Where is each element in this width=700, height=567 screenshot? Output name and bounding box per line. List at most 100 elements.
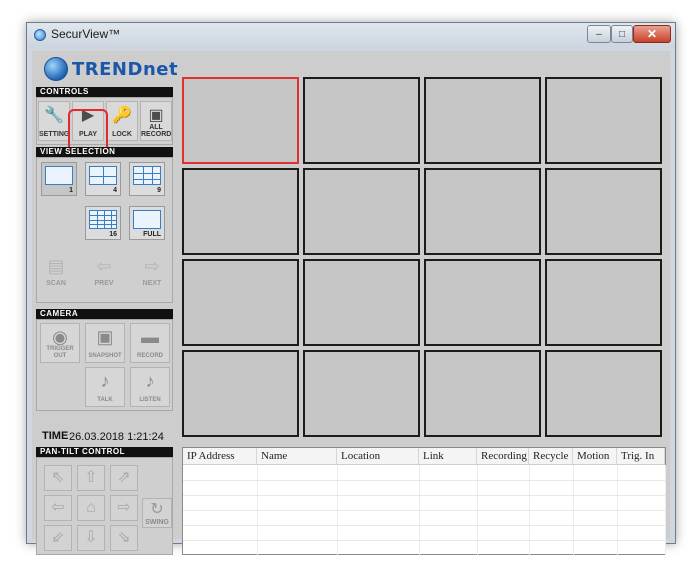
- video-cell[interactable]: [424, 168, 541, 255]
- prev-button[interactable]: ⇦ PREV: [89, 254, 119, 288]
- record-button[interactable]: ▬ RECORD: [130, 323, 170, 363]
- column-header[interactable]: Recycle: [529, 448, 573, 465]
- video-cell[interactable]: [545, 350, 662, 437]
- trigger-out-button[interactable]: ◉ TRIGGER OUT: [40, 323, 80, 363]
- view-9-label: 9: [157, 187, 161, 194]
- video-cell[interactable]: [182, 168, 299, 255]
- view-selection-header: VIEW SELECTION: [36, 147, 173, 157]
- all-record-button[interactable]: ▣ ALL RECORD: [140, 101, 172, 141]
- sixteen-view-icon: [89, 210, 117, 229]
- video-grid: [182, 77, 666, 441]
- camera-snapshot-icon: ▣: [96, 327, 114, 347]
- next-button[interactable]: ⇨ NEXT: [137, 254, 167, 288]
- swing-button[interactable]: ↻ SWING: [142, 498, 172, 528]
- maximize-button[interactable]: □: [611, 25, 633, 43]
- fullscreen-view-icon: [133, 210, 161, 229]
- pan-up-right-button[interactable]: ⇗: [110, 465, 138, 491]
- controls-header: CONTROLS: [36, 87, 173, 97]
- trigger-out-label: TRIGGER OUT: [46, 346, 74, 359]
- setting-button[interactable]: 🔧 SETTING: [38, 101, 70, 141]
- video-cell[interactable]: [303, 259, 420, 346]
- snapshot-label: SNAPSHOT: [88, 353, 122, 359]
- camera-list-table: IP Address Name Location Link Recording Recyc…: [182, 447, 666, 555]
- view-selection-panel: 1 4 9 16 FULL ▤ SCAN ⇦ PREV ⇨ NEXT: [36, 157, 173, 303]
- camera-header: CAMERA: [36, 309, 173, 319]
- title-bar[interactable]: SecurView™ – □ ✕: [27, 23, 675, 47]
- record-camera-icon: ▬: [141, 327, 159, 347]
- video-cell[interactable]: [303, 77, 420, 164]
- listen-button[interactable]: ♪ LISTEN: [130, 367, 170, 407]
- window-title: SecurView™: [51, 27, 121, 41]
- pan-left-button[interactable]: ⇦: [44, 495, 72, 521]
- video-cell[interactable]: [182, 259, 299, 346]
- video-cell[interactable]: [545, 77, 662, 164]
- column-header[interactable]: Recording: [477, 448, 529, 465]
- wrench-icon: 🔧: [44, 107, 64, 124]
- view-9-button[interactable]: 9: [129, 162, 165, 196]
- logo-text: TRENDnet: [72, 58, 179, 80]
- table-header: IP Address Name Location Link Recording Recyc…: [183, 448, 665, 465]
- view-full-button[interactable]: FULL: [129, 206, 165, 240]
- rotate-icon: ↻: [150, 501, 164, 518]
- scan-label: SCAN: [46, 280, 66, 287]
- nine-view-icon: [133, 166, 161, 185]
- music-note-icon: ♪: [100, 371, 110, 391]
- column-header[interactable]: Motion: [573, 448, 617, 465]
- record-label: RECORD: [136, 353, 163, 359]
- lock-button[interactable]: 🔑 LOCK: [106, 101, 138, 141]
- app-window: SecurView™ – □ ✕ TRENDnet CONTROLS 🔧 SET…: [26, 22, 676, 555]
- column-header[interactable]: Location: [337, 448, 419, 465]
- pan-up-button[interactable]: ⇧: [77, 465, 105, 491]
- listen-label: LISTEN: [139, 397, 161, 403]
- scan-button[interactable]: ▤ SCAN: [41, 254, 71, 288]
- column-divider: [665, 465, 666, 555]
- table-row: [183, 510, 665, 511]
- table-row: [183, 480, 665, 481]
- setting-label: SETTING: [39, 131, 70, 138]
- view-1-button[interactable]: 1: [41, 162, 77, 196]
- table-row: [183, 540, 665, 541]
- pan-home-button[interactable]: ⌂: [77, 495, 105, 521]
- close-button[interactable]: ✕: [633, 25, 671, 43]
- video-cell[interactable]: [182, 77, 299, 164]
- column-header[interactable]: Link: [419, 448, 477, 465]
- column-header[interactable]: IP Address: [183, 448, 257, 465]
- view-4-button[interactable]: 4: [85, 162, 121, 196]
- pan-down-right-button[interactable]: ⇘: [110, 525, 138, 551]
- video-cell[interactable]: [182, 350, 299, 437]
- video-cell[interactable]: [545, 259, 662, 346]
- lock-label: LOCK: [112, 131, 132, 138]
- time-label: TIME: [42, 430, 69, 442]
- prev-label: PREV: [94, 280, 114, 287]
- arrow-right-icon: ⇨: [144, 256, 160, 276]
- minimize-button[interactable]: –: [587, 25, 611, 43]
- video-cell[interactable]: [303, 350, 420, 437]
- table-row: [183, 525, 665, 526]
- talk-label: TALK: [97, 397, 113, 403]
- talk-button[interactable]: ♪ TALK: [85, 367, 125, 407]
- swing-label: SWING: [145, 519, 169, 526]
- quad-view-icon: [89, 166, 117, 185]
- scan-icon: ▤: [47, 256, 65, 276]
- video-cell[interactable]: [424, 259, 541, 346]
- arrow-left-icon: ⇦: [96, 256, 112, 276]
- pan-down-button[interactable]: ⇩: [77, 525, 105, 551]
- app-icon: [34, 29, 46, 41]
- pan-up-left-button[interactable]: ⇖: [44, 465, 72, 491]
- pan-down-left-button[interactable]: ⇙: [44, 525, 72, 551]
- column-header[interactable]: Trig. In: [617, 448, 665, 465]
- next-label: NEXT: [142, 280, 162, 287]
- video-cell[interactable]: [303, 168, 420, 255]
- pan-right-button[interactable]: ⇨: [110, 495, 138, 521]
- view-16-button[interactable]: 16: [85, 206, 121, 240]
- column-header[interactable]: Name: [257, 448, 337, 465]
- video-cell[interactable]: [424, 350, 541, 437]
- snapshot-button[interactable]: ▣ SNAPSHOT: [85, 323, 125, 363]
- video-cell[interactable]: [545, 168, 662, 255]
- camera-panel: ◉ TRIGGER OUT ▣ SNAPSHOT ▬ RECORD ♪ TALK…: [36, 319, 173, 411]
- view-full-label: FULL: [143, 231, 161, 238]
- main-content: TRENDnet CONTROLS 🔧 SETTING ▶ PLAY 🔑 LOC…: [32, 51, 670, 555]
- video-cell[interactable]: [424, 77, 541, 164]
- time-value: 26.03.2018 1:21:24: [69, 431, 164, 443]
- single-view-icon: [45, 166, 73, 185]
